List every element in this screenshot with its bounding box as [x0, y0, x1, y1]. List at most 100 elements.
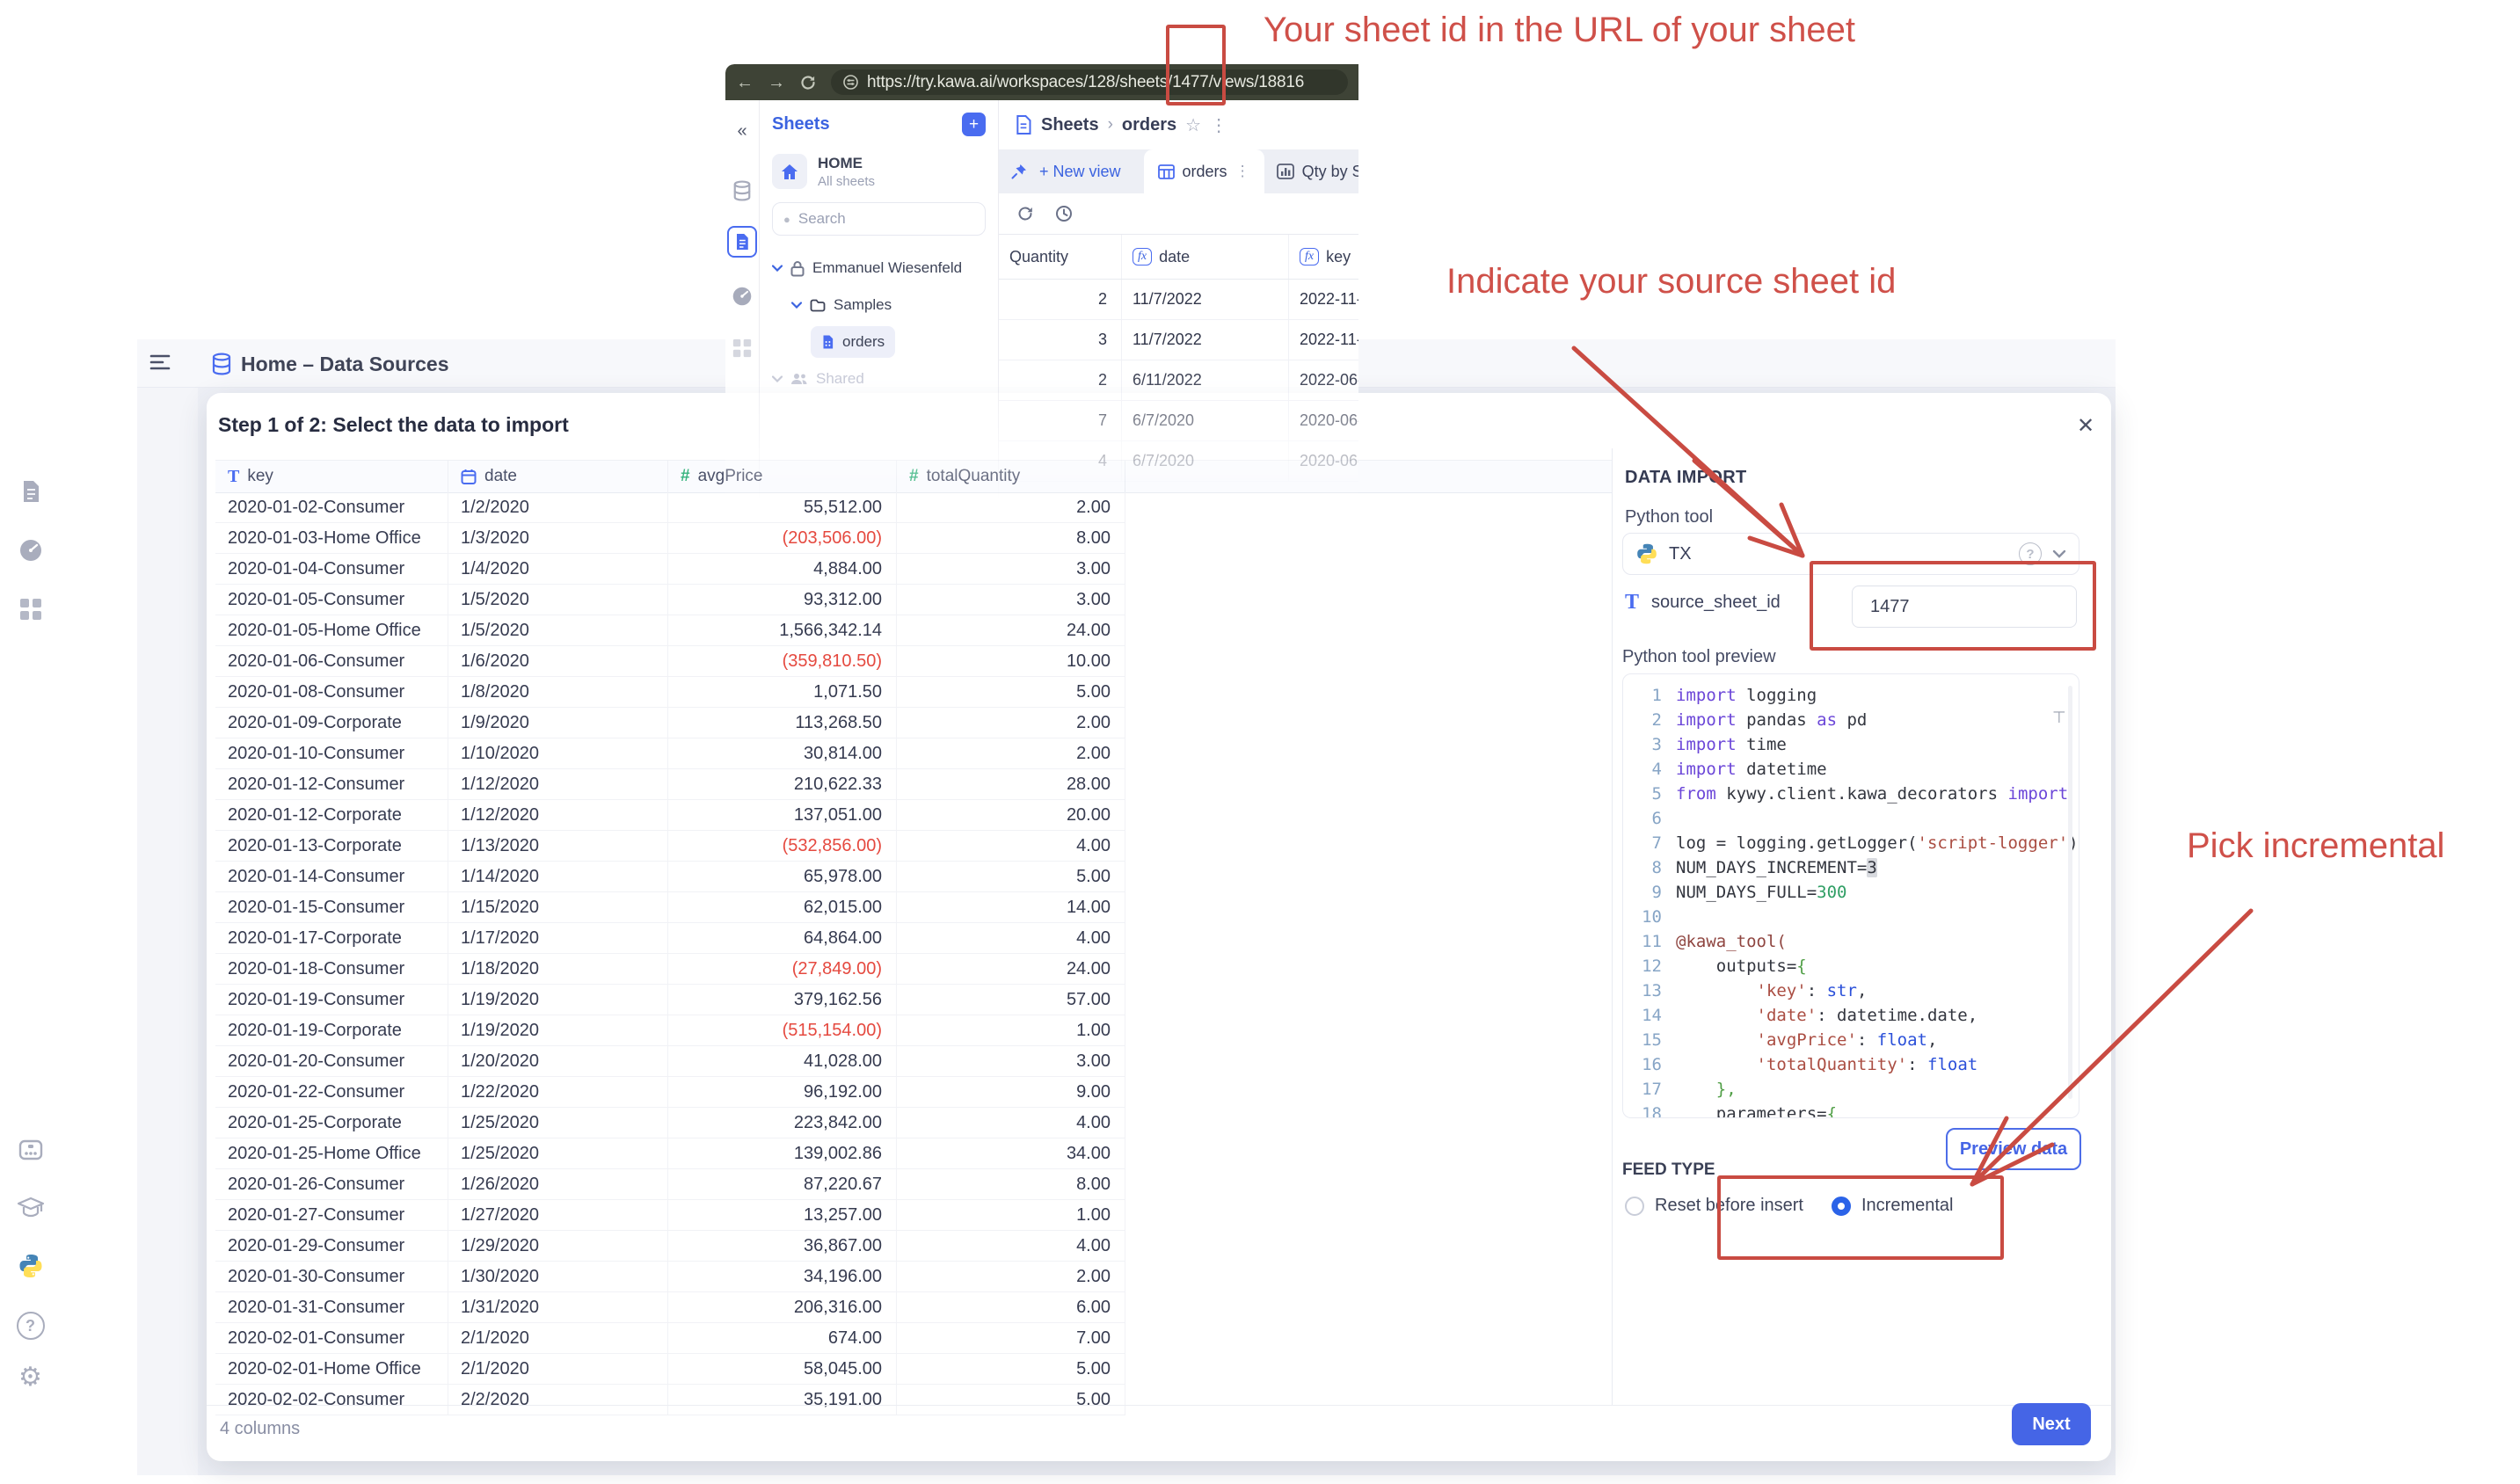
python-icon[interactable]	[0, 1253, 61, 1279]
table-cell: 4.00	[897, 923, 1125, 953]
table-row[interactable]: 2020-01-12-Consumer1/12/2020210,622.3328…	[215, 769, 1125, 800]
collapse-icon[interactable]: «	[737, 121, 747, 142]
sidebar-item-apps[interactable]	[0, 598, 61, 621]
table-cell: 2020-01-30-Consumer	[215, 1262, 448, 1291]
back-icon[interactable]: ←	[736, 74, 754, 91]
table-row[interactable]: 2020-01-06-Consumer1/6/2020(359,810.50)1…	[215, 646, 1125, 677]
people-icon	[790, 372, 808, 386]
table-row[interactable]: 2020-01-13-Corporate1/13/2020(532,856.00…	[215, 831, 1125, 862]
mini-table-row[interactable]: 46/7/20202020-06-07-	[999, 441, 1358, 482]
table-cell: 2020-01-06-Consumer	[215, 646, 448, 676]
table-row[interactable]: 2020-01-26-Consumer1/26/202087,220.678.0…	[215, 1169, 1125, 1200]
table-row[interactable]: 2020-01-14-Consumer1/14/202065,978.005.0…	[215, 862, 1125, 892]
table-row[interactable]: 2020-01-17-Corporate1/17/202064,864.004.…	[215, 923, 1125, 954]
code-line: 18 parameters={	[1623, 1102, 2079, 1118]
forward-icon[interactable]: →	[768, 74, 785, 91]
table-row[interactable]: 2020-01-19-Corporate1/19/2020(515,154.00…	[215, 1015, 1125, 1046]
code-line: 12 outputs={	[1623, 954, 2079, 978]
line-number: 4	[1623, 757, 1662, 782]
dashboard-icon[interactable]	[732, 286, 753, 307]
kebab-icon[interactable]: ⋮	[1235, 163, 1250, 180]
sidebar-item-dashboards[interactable]	[0, 538, 61, 563]
table-cell: 2020-01-04-Consumer	[215, 554, 448, 584]
add-sheet-button[interactable]: +	[962, 113, 986, 136]
tree-item-folder[interactable]: Samples	[772, 287, 986, 324]
table-cell: 1/15/2020	[448, 892, 668, 922]
table-row[interactable]: 2020-01-22-Consumer1/22/202096,192.009.0…	[215, 1077, 1125, 1108]
table-row[interactable]: 2020-01-19-Consumer1/19/2020379,162.5657…	[215, 985, 1125, 1015]
mini-table-row[interactable]: 26/11/20222022-06-11-	[999, 360, 1358, 401]
column-header-key[interactable]: T key	[215, 461, 448, 492]
breadcrumb-root[interactable]: Sheets	[1041, 115, 1099, 135]
next-button[interactable]: Next	[2012, 1403, 2091, 1445]
sidebar-item-academy[interactable]	[0, 1196, 61, 1218]
tree-item-shared[interactable]: Shared	[772, 360, 986, 397]
tab-qty-by-su[interactable]: Qty by Su	[1264, 163, 1384, 181]
address-bar[interactable]: https://try.kawa.ai/workspaces/128/sheet…	[831, 69, 1348, 95]
radio-icon[interactable]	[1625, 1197, 1644, 1216]
column-label: key	[1326, 248, 1351, 266]
table-cell: 2020-01-14-Consumer	[215, 862, 448, 891]
table-row[interactable]: 2020-01-12-Corporate1/12/2020137,051.002…	[215, 800, 1125, 831]
mini-table-cell: 2020-06-07-	[1289, 401, 1358, 440]
tree-item-workspace[interactable]: Emmanuel Wiesenfeld	[772, 250, 986, 287]
table-cell: 2020-01-12-Corporate	[215, 800, 448, 830]
table-row[interactable]: 2020-01-05-Home Office1/5/20201,566,342.…	[215, 615, 1125, 646]
settings-button[interactable]: ⚙	[0, 1364, 61, 1391]
column-header-date[interactable]: date	[448, 461, 668, 492]
sidebar-item-files[interactable]	[0, 479, 61, 504]
column-header-date[interactable]: fxdate	[1122, 235, 1289, 279]
pin-icon[interactable]	[1011, 164, 1027, 179]
table-cell: (532,856.00)	[668, 831, 897, 861]
mini-table-row[interactable]: 76/7/20202020-06-07-	[999, 401, 1358, 441]
line-number: 9	[1623, 880, 1662, 905]
sheets-tab-icon[interactable]	[727, 226, 757, 258]
table-row[interactable]: 2020-02-01-Home Office2/1/202058,045.005…	[215, 1354, 1125, 1385]
sidebar-item-automations[interactable]	[0, 1138, 61, 1161]
refresh-icon[interactable]	[1016, 205, 1034, 222]
table-row[interactable]: 2020-01-25-Corporate1/25/2020223,842.004…	[215, 1108, 1125, 1138]
table-row[interactable]: 2020-01-05-Consumer1/5/202093,312.003.00	[215, 585, 1125, 615]
help-button[interactable]: ?	[0, 1312, 61, 1340]
table-row[interactable]: 2020-01-25-Home Office1/25/2020139,002.8…	[215, 1138, 1125, 1169]
datasource-icon[interactable]	[732, 180, 752, 201]
apps-icon[interactable]	[732, 338, 752, 358]
table-cell: 1/3/2020	[448, 523, 668, 553]
sidebar-item-home[interactable]: HOME All sheets	[772, 154, 986, 189]
mini-table-row[interactable]: 311/7/20222022-11-07-	[999, 320, 1358, 360]
table-row[interactable]: 2020-02-01-Consumer2/1/2020674.007.00	[215, 1323, 1125, 1354]
preview-data-button[interactable]: Preview data	[1946, 1128, 2081, 1170]
table-cell: 1/2/2020	[448, 492, 668, 522]
tab-orders[interactable]: orders ⋮	[1144, 149, 1264, 193]
table-row[interactable]: 2020-01-10-Consumer1/10/202030,814.002.0…	[215, 738, 1125, 769]
menu-icon[interactable]	[149, 353, 171, 372]
scrollbar[interactable]	[2068, 686, 2072, 1099]
new-view-button[interactable]: + New view	[1039, 163, 1121, 181]
browser-content: « Sheets + HOME All sheets	[725, 100, 1358, 539]
history-icon[interactable]	[1055, 205, 1073, 222]
table-row[interactable]: 2020-01-15-Consumer1/15/202062,015.0014.…	[215, 892, 1125, 923]
annotation-box-feed-type	[1717, 1175, 2004, 1260]
column-header-quantity[interactable]: Quantity	[999, 235, 1122, 279]
resize-handle-icon[interactable]: ⊤	[2052, 709, 2066, 727]
table-row[interactable]: 2020-01-20-Consumer1/20/202041,028.003.0…	[215, 1046, 1125, 1077]
close-icon[interactable]: ✕	[2077, 413, 2094, 439]
code-editor[interactable]: 1import logging2import pandas as pd3impo…	[1622, 673, 2079, 1118]
reload-icon[interactable]	[799, 74, 817, 91]
star-icon[interactable]: ☆	[1185, 114, 1201, 136]
table-row[interactable]: 2020-01-18-Consumer1/18/2020(27,849.00)2…	[215, 954, 1125, 985]
search-input[interactable]: ● Search	[772, 202, 986, 236]
column-header-key[interactable]: fxkey	[1289, 235, 1358, 279]
table-row[interactable]: 2020-01-29-Consumer1/29/202036,867.004.0…	[215, 1231, 1125, 1262]
table-row[interactable]: 2020-01-09-Corporate1/9/2020113,268.502.…	[215, 708, 1125, 738]
table-row[interactable]: 2020-01-31-Consumer1/31/2020206,316.006.…	[215, 1292, 1125, 1323]
tree-item-sheet-selected[interactable]: orders	[772, 324, 986, 360]
kebab-icon[interactable]: ⋮	[1210, 114, 1227, 136]
table-row[interactable]: 2020-01-30-Consumer1/30/202034,196.002.0…	[215, 1262, 1125, 1292]
table-row[interactable]: 2020-01-08-Consumer1/8/20201,071.505.00	[215, 677, 1125, 708]
mini-table-row[interactable]: 211/7/20222022-11-07-	[999, 280, 1358, 320]
table-row[interactable]: 2020-01-27-Consumer1/27/202013,257.001.0…	[215, 1200, 1125, 1231]
table-row[interactable]: 2020-02-02-Consumer2/2/202035,191.005.00	[215, 1385, 1125, 1415]
text-type-icon: T	[228, 467, 239, 487]
table-row[interactable]: 2020-01-04-Consumer1/4/20204,884.003.00	[215, 554, 1125, 585]
